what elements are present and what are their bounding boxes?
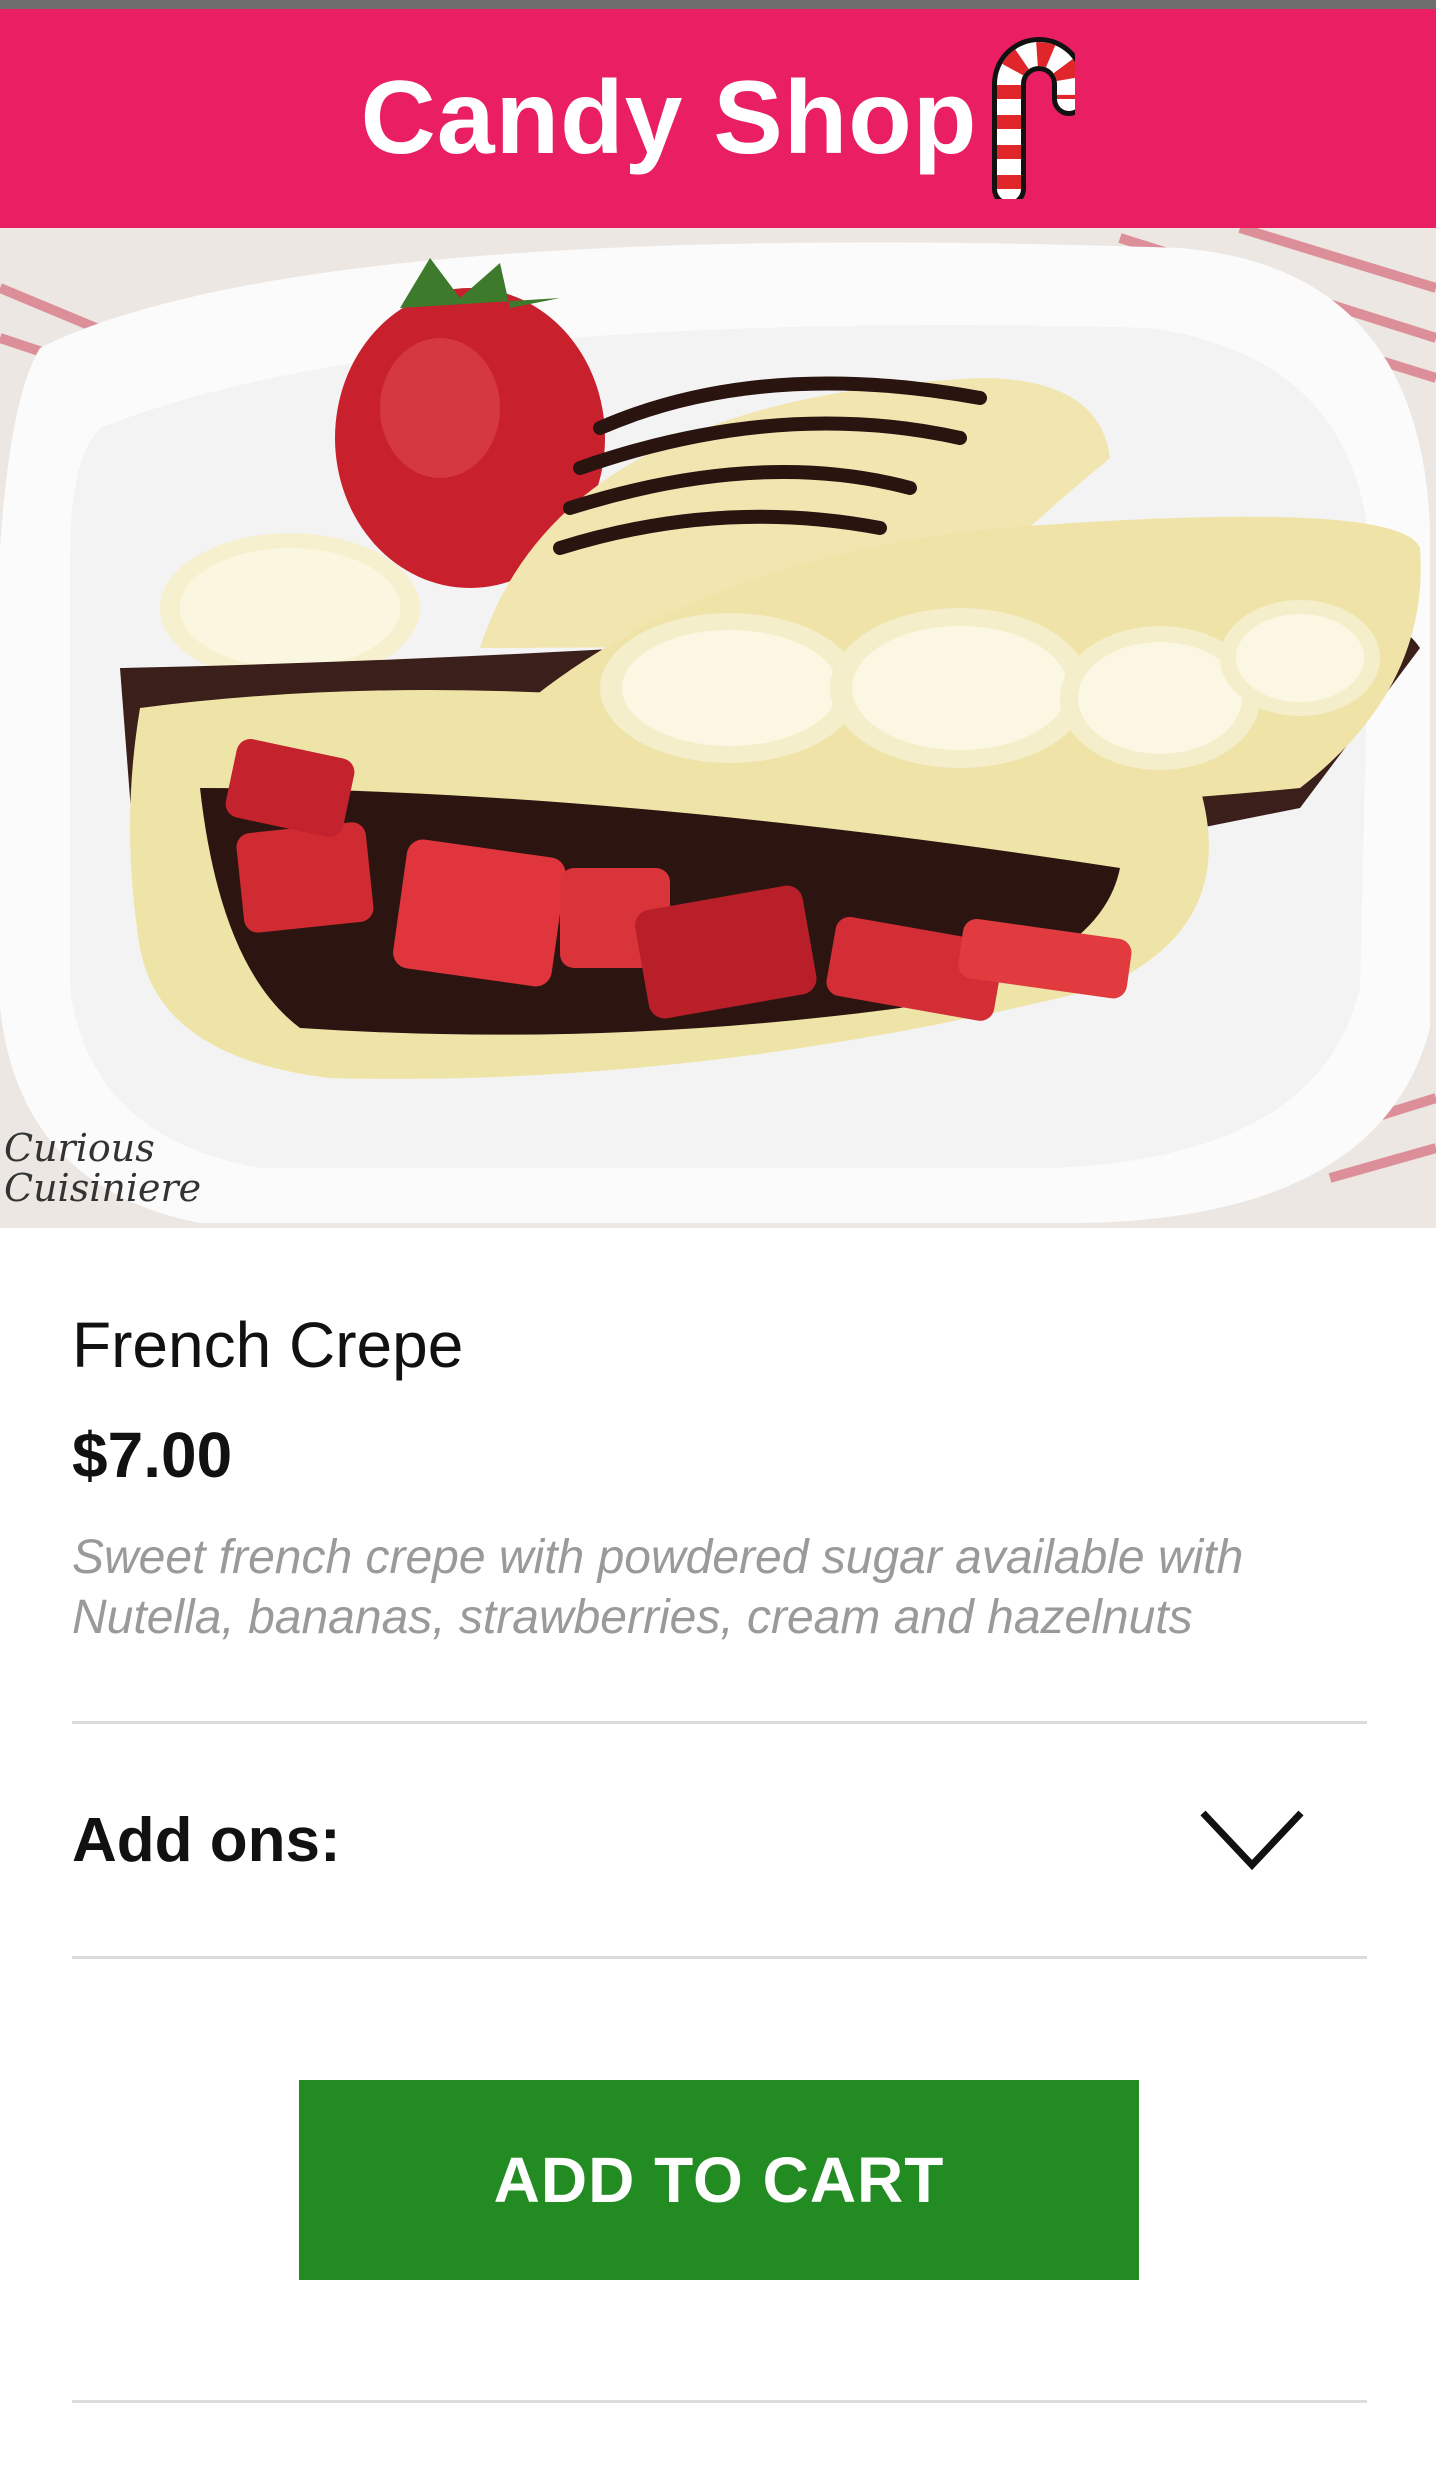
status-bar-strip [0, 0, 1436, 9]
addons-label: Add ons: [72, 1805, 341, 1875]
candy-cane-icon [992, 36, 1076, 199]
product-image: Curious Cuisiniere [0, 228, 1436, 1228]
chevron-down-icon[interactable] [1197, 1807, 1307, 1873]
divider [72, 1956, 1367, 1959]
app-bar: Candy Shop [0, 9, 1436, 228]
image-watermark: Curious Cuisiniere [4, 1126, 202, 1210]
divider [72, 2400, 1367, 2403]
addons-dropdown[interactable]: Add ons: [72, 1724, 1367, 1956]
product-name: French Crepe [72, 1309, 464, 1381]
add-to-cart-button[interactable]: ADD TO CART [299, 2080, 1139, 2280]
app-title: Candy Shop [360, 60, 978, 176]
product-description: Sweet french crepe with powdered sugar a… [72, 1531, 1244, 1644]
product-price: $7.00 [72, 1419, 233, 1491]
